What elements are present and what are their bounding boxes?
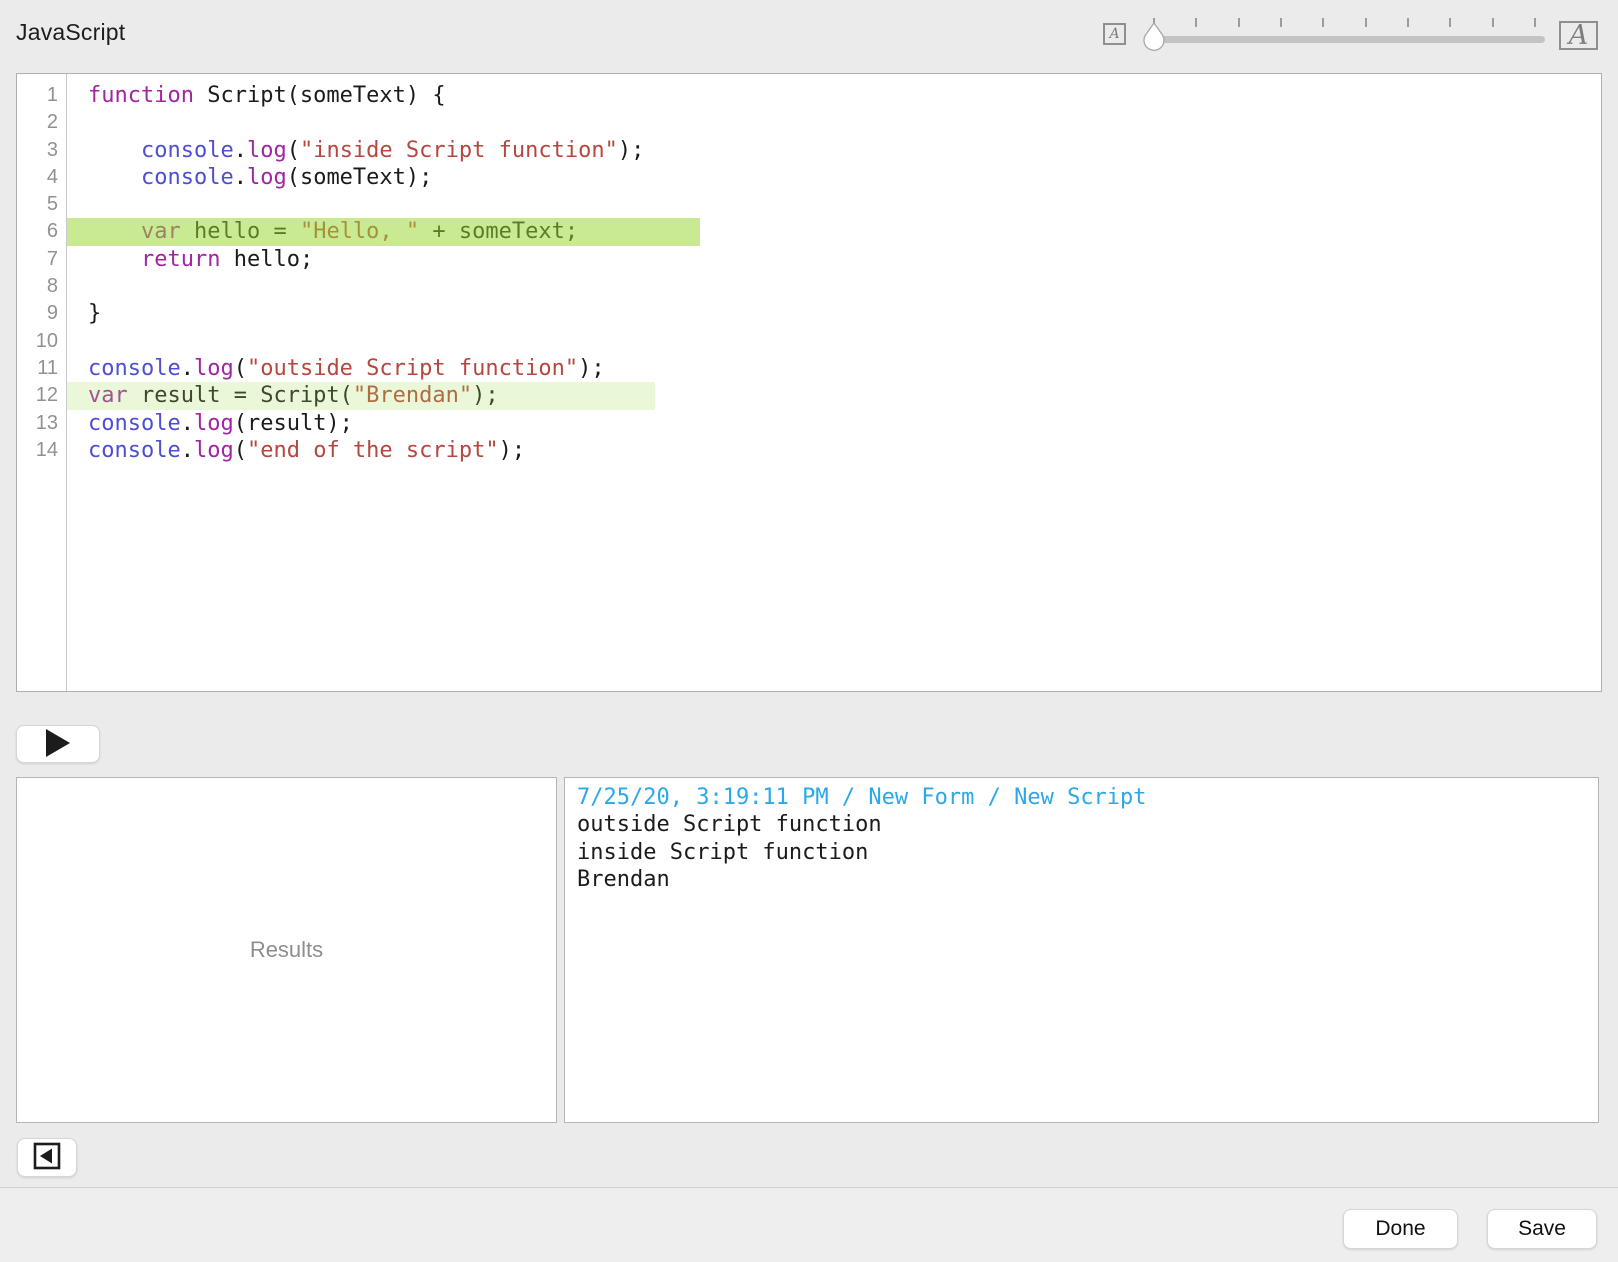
large-font-icon: A: [1559, 20, 1598, 51]
code-line[interactable]: console.log("inside Script function");: [88, 137, 1601, 164]
line-number: 14: [35, 438, 58, 461]
collapse-results-button[interactable]: [17, 1138, 77, 1177]
code-area[interactable]: function Script(someText) { console.log(…: [67, 74, 1601, 691]
done-button[interactable]: Done: [1343, 1209, 1458, 1249]
results-placeholder-label: Results: [249, 937, 324, 962]
slider-tick: [1449, 18, 1452, 27]
small-font-icon: A: [1103, 23, 1126, 45]
line-number-gutter: 1 2 3 4 5 6 7 8 9 10 11 12 13 14: [17, 74, 67, 691]
console-output-line: inside Script function: [577, 839, 869, 865]
font-size-slider[interactable]: A A: [1095, 10, 1605, 60]
slider-tick: [1195, 18, 1198, 27]
slider-tick: [1279, 18, 1282, 27]
page-title: JavaScript: [16, 19, 126, 45]
console-output-line: Brendan: [577, 866, 670, 892]
code-line[interactable]: }: [88, 300, 1601, 327]
line-number: 4: [46, 165, 58, 188]
console-output-header: 7/25/20, 3:19:11 PM / New Form / New Scr…: [577, 785, 1147, 810]
results-panel[interactable]: Results: [16, 777, 557, 1123]
line-number: 10: [35, 329, 58, 352]
run-button[interactable]: [16, 725, 100, 763]
console-output-line: outside Script function: [577, 812, 882, 838]
slider-tick: [1491, 18, 1494, 27]
slider-tick: [1533, 18, 1536, 27]
save-button[interactable]: Save: [1487, 1209, 1597, 1249]
code-line[interactable]: [88, 191, 1601, 218]
code-line[interactable]: console.log("end of the script");: [88, 437, 1601, 464]
play-icon: [45, 728, 71, 761]
line-number: 2: [46, 111, 58, 134]
line-number: 13: [35, 411, 58, 434]
slider-thumb[interactable]: [1141, 21, 1167, 52]
code-line[interactable]: function Script(someText) {: [88, 82, 1601, 109]
slider-tick: [1364, 18, 1367, 27]
console-output-panel[interactable]: 7/25/20, 3:19:11 PM / New Form / New Scr…: [564, 777, 1599, 1123]
code-line[interactable]: [88, 109, 1601, 136]
slider-tick: [1406, 18, 1409, 27]
code-line[interactable]: console.log(someText);: [88, 164, 1601, 191]
code-line[interactable]: [88, 328, 1601, 355]
line-number: 9: [46, 302, 58, 325]
code-editor[interactable]: 1 2 3 4 5 6 7 8 9 10 11 12 13 14 function Script(some…: [16, 73, 1602, 692]
line-number: 1: [46, 84, 58, 106]
slider-tick: [1237, 18, 1240, 27]
code-line[interactable]: console.log(result);: [88, 410, 1601, 437]
line-number: 6: [46, 220, 58, 243]
slider-tick: [1322, 18, 1325, 27]
collapse-left-icon: [33, 1142, 61, 1173]
line-number: 12: [35, 384, 58, 407]
line-number: 5: [46, 193, 58, 216]
code-line[interactable]: [88, 273, 1601, 300]
slider-track[interactable]: [1150, 36, 1545, 43]
code-line[interactable]: var result = Script("Brendan");: [67, 382, 1601, 410]
code-line[interactable]: var hello = "Hello, " + someText;: [67, 218, 1601, 246]
code-line[interactable]: console.log("outside Script function");: [88, 355, 1601, 382]
line-number: 8: [46, 275, 58, 298]
line-number: 11: [37, 356, 58, 379]
slider-ticks: [1153, 18, 1536, 27]
console-output-lines: outside Script function inside Script fun…: [577, 811, 1586, 893]
code-line[interactable]: return hello;: [88, 246, 1601, 273]
line-number: 7: [46, 247, 58, 270]
line-number: 3: [46, 138, 58, 161]
